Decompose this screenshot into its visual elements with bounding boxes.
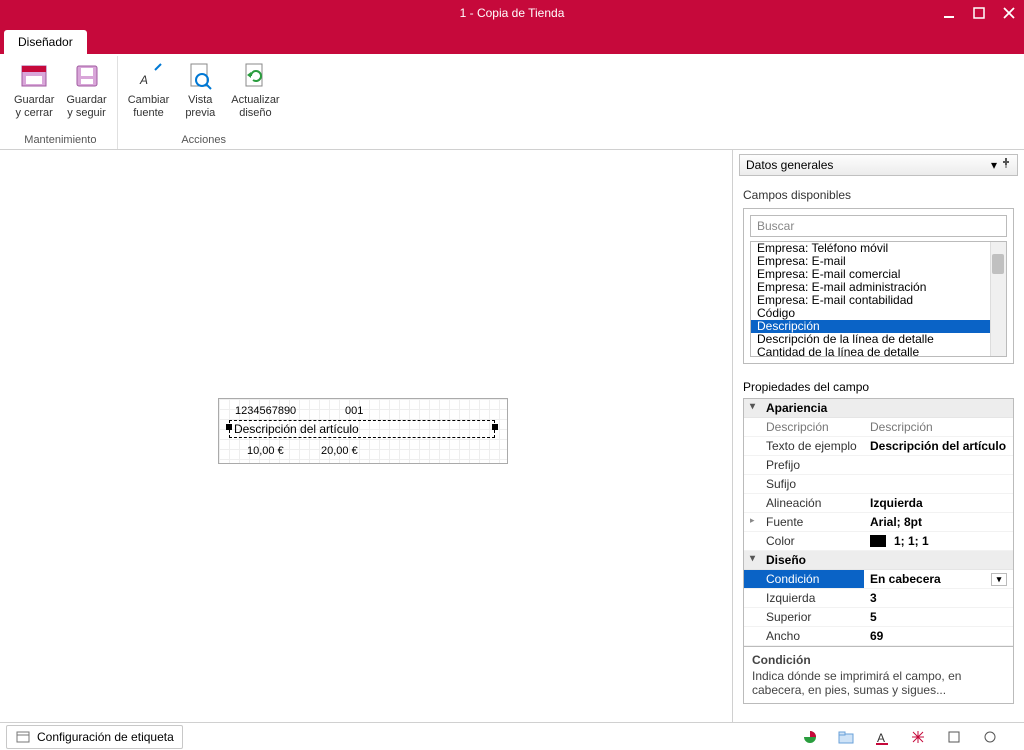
save-close-icon bbox=[18, 60, 50, 92]
available-fields-title: Campos disponibles bbox=[743, 188, 1014, 202]
save-close-button[interactable]: Guardar y cerrar bbox=[8, 56, 60, 124]
label-config-text: Configuración de etiqueta bbox=[37, 730, 174, 744]
prop-descripcion[interactable]: DescripciónDescripción bbox=[744, 418, 1013, 437]
refresh-design-label: Actualizar diseño bbox=[231, 94, 279, 120]
scrollbar-thumb[interactable] bbox=[992, 254, 1004, 274]
label-preview[interactable]: 1234567890 001 Descripción del artículo … bbox=[218, 398, 508, 464]
settings-icon bbox=[15, 729, 31, 745]
side-header-title: Datos generales bbox=[746, 158, 833, 172]
svg-text:A: A bbox=[877, 731, 885, 745]
prop-alineacion[interactable]: AlineaciónIzquierda bbox=[744, 494, 1013, 513]
canvas[interactable]: 1234567890 001 Descripción del artículo … bbox=[0, 150, 732, 722]
tabstrip: Diseñador bbox=[0, 26, 1024, 54]
window-title: 1 - Copia de Tienda bbox=[0, 6, 1024, 20]
star-icon[interactable] bbox=[910, 729, 926, 745]
field-description[interactable]: Descripción del artículo bbox=[229, 420, 495, 438]
resize-handle-right[interactable] bbox=[492, 424, 498, 430]
prop-ancho[interactable]: Ancho69 bbox=[744, 627, 1013, 646]
search-input[interactable]: Buscar bbox=[750, 215, 1007, 237]
status-tools: A bbox=[802, 729, 1018, 745]
available-fields-panel: Campos disponibles Buscar Empresa: Teléf… bbox=[743, 188, 1014, 364]
field-price1[interactable]: 10,00 € bbox=[247, 445, 284, 457]
pin-icon[interactable] bbox=[1001, 158, 1011, 172]
chevron-down-icon: ▾ bbox=[750, 553, 755, 564]
category-design[interactable]: ▾Diseño bbox=[744, 551, 1013, 570]
prop-prefijo[interactable]: Prefijo bbox=[744, 456, 1013, 475]
window-controls bbox=[934, 0, 1024, 26]
title-bar: 1 - Copia de Tienda bbox=[0, 0, 1024, 26]
properties-panel: Propiedades del campo ▾Apariencia Descri… bbox=[743, 380, 1014, 722]
dropdown-icon[interactable]: ▾ bbox=[991, 158, 997, 172]
ribbon-group-actions: A Cambiar fuente Vista previa Actualizar… bbox=[118, 56, 290, 149]
category-appearance[interactable]: ▾Apariencia bbox=[744, 399, 1013, 418]
field-price2[interactable]: 20,00 € bbox=[321, 445, 358, 457]
text-icon[interactable]: A bbox=[874, 729, 890, 745]
chevron-down-icon: ▾ bbox=[750, 401, 755, 412]
property-help-title: Condición bbox=[752, 653, 1005, 667]
side-header[interactable]: Datos generales ▾ bbox=[739, 154, 1018, 176]
maximize-button[interactable] bbox=[964, 0, 994, 26]
property-help: Condición Indica dónde se imprimirá el c… bbox=[743, 647, 1014, 704]
ribbon-group-maintenance-title: Mantenimiento bbox=[24, 134, 96, 149]
prop-fuente[interactable]: ▸FuenteArial; 8pt bbox=[744, 513, 1013, 532]
prop-superior[interactable]: Superior5 bbox=[744, 608, 1013, 627]
field-list[interactable]: Empresa: Teléfono móvil Empresa: E-mail … bbox=[750, 241, 1007, 357]
field-item[interactable]: Cantidad de la línea de detalle bbox=[751, 346, 1006, 357]
side-panel: Datos generales ▾ Campos disponibles Bus… bbox=[732, 150, 1024, 722]
resize-handle-left[interactable] bbox=[226, 424, 232, 430]
dropdown-icon[interactable]: ▾ bbox=[991, 573, 1007, 586]
save-continue-label: Guardar y seguir bbox=[66, 94, 106, 120]
field-code[interactable]: 1234567890 bbox=[235, 405, 296, 417]
scrollbar[interactable] bbox=[990, 242, 1006, 356]
chevron-right-icon: ▸ bbox=[750, 515, 755, 526]
properties-grid: ▾Apariencia DescripciónDescripción Texto… bbox=[743, 398, 1014, 647]
prop-izquierda[interactable]: Izquierda3 bbox=[744, 589, 1013, 608]
refresh-design-button[interactable]: Actualizar diseño bbox=[225, 56, 285, 124]
preview-button[interactable]: Vista previa bbox=[175, 56, 225, 124]
font-icon: A bbox=[133, 60, 165, 92]
content-area: 1234567890 001 Descripción del artículo … bbox=[0, 150, 1024, 722]
change-font-label: Cambiar fuente bbox=[128, 94, 170, 120]
color-swatch bbox=[870, 535, 886, 547]
prop-color[interactable]: Color1; 1; 1 bbox=[744, 532, 1013, 551]
properties-title: Propiedades del campo bbox=[743, 380, 1014, 394]
circle-icon[interactable] bbox=[982, 729, 998, 745]
prop-condicion[interactable]: CondiciónEn cabecera▾ bbox=[744, 570, 1013, 589]
change-font-button[interactable]: A Cambiar fuente bbox=[122, 56, 176, 124]
folder-icon[interactable] bbox=[838, 729, 854, 745]
svg-text:A: A bbox=[139, 73, 148, 87]
ribbon-group-maintenance: Guardar y cerrar Guardar y seguir Manten… bbox=[4, 56, 118, 149]
chart-icon[interactable] bbox=[802, 729, 818, 745]
save-continue-icon bbox=[71, 60, 103, 92]
prop-sufijo[interactable]: Sufijo bbox=[744, 475, 1013, 494]
ribbon: Guardar y cerrar Guardar y seguir Manten… bbox=[0, 54, 1024, 150]
field-num[interactable]: 001 bbox=[345, 405, 363, 417]
tab-designer[interactable]: Diseñador bbox=[4, 30, 87, 54]
status-bar: Configuración de etiqueta A bbox=[0, 722, 1024, 750]
property-help-body: Indica dónde se imprimirá el campo, en c… bbox=[752, 669, 1005, 697]
close-button[interactable] bbox=[994, 0, 1024, 26]
preview-label: Vista previa bbox=[185, 94, 215, 120]
refresh-icon bbox=[239, 60, 271, 92]
preview-icon bbox=[184, 60, 216, 92]
save-close-label: Guardar y cerrar bbox=[14, 94, 54, 120]
minimize-button[interactable] bbox=[934, 0, 964, 26]
square-icon[interactable] bbox=[946, 729, 962, 745]
label-config-button[interactable]: Configuración de etiqueta bbox=[6, 725, 183, 749]
field-description-text: Descripción del artículo bbox=[234, 422, 359, 436]
ribbon-group-actions-title: Acciones bbox=[181, 134, 226, 149]
save-continue-button[interactable]: Guardar y seguir bbox=[60, 56, 112, 124]
prop-texto-ejemplo[interactable]: Texto de ejemploDescripción del artículo bbox=[744, 437, 1013, 456]
